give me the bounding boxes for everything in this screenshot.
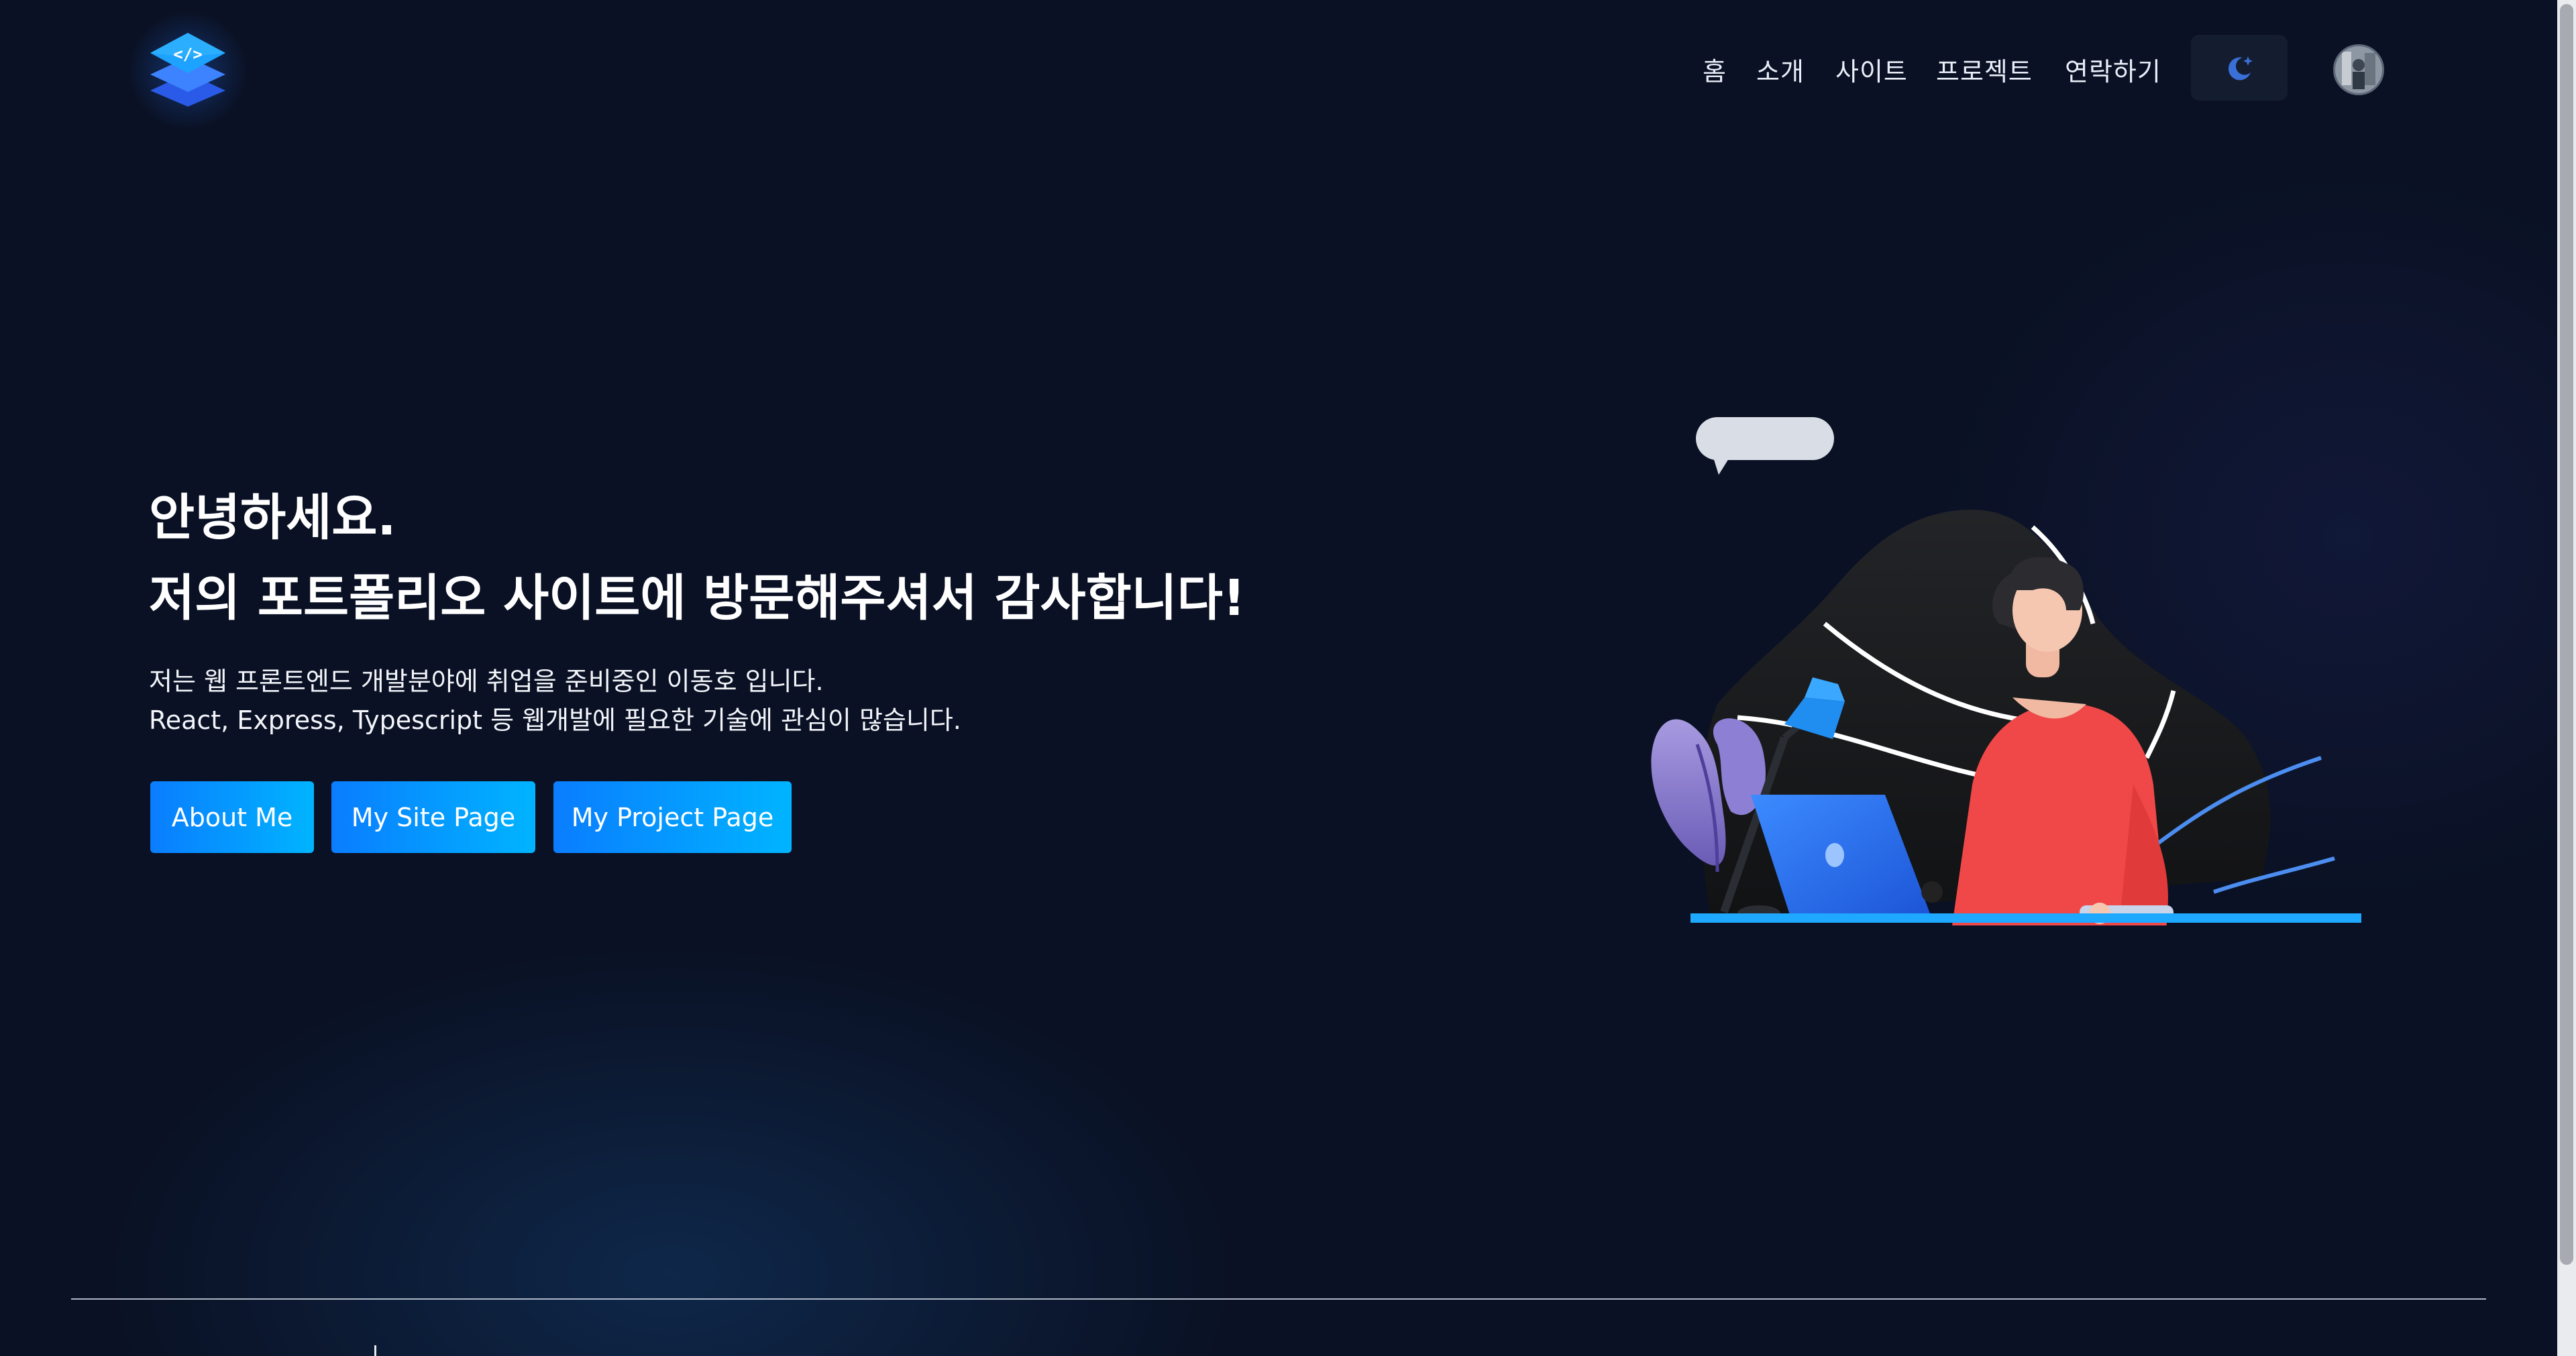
developer-at-laptop-illustration [1651, 417, 2361, 925]
hero-description-line2: React, Express, Typescript 등 웹개발에 필요한 기술… [149, 705, 961, 735]
section-divider [71, 1298, 2486, 1300]
nav-project[interactable]: 프로젝트 [1936, 51, 2033, 88]
about-me-button[interactable]: About Me [150, 781, 314, 853]
my-project-page-button[interactable]: My Project Page [553, 781, 792, 853]
footer-marker [374, 1345, 376, 1356]
my-site-page-button[interactable]: My Site Page [331, 781, 535, 853]
scrollbar-thumb[interactable] [2560, 4, 2573, 1265]
nav-home[interactable]: 홈 [1703, 51, 1727, 88]
nav-site[interactable]: 사이트 [1835, 51, 1908, 88]
page-scrollbar[interactable] [2557, 0, 2576, 1356]
hero-greeting: 안녕하세요. [149, 489, 396, 547]
theme-toggle-button[interactable] [2191, 35, 2288, 101]
desk [1690, 913, 2361, 923]
hero-welcome: 저의 포트폴리오 사이트에 방문해주셔서 감사합니다! [149, 569, 1246, 627]
speech-bubble [1696, 417, 1834, 475]
avatar-photo-icon [2335, 46, 2382, 93]
user-avatar[interactable] [2333, 44, 2384, 95]
moon-star-icon [2228, 56, 2253, 80]
hero-description-line1: 저는 웹 프론트엔드 개발분야에 취업을 준비중인 이동호 입니다. [149, 667, 824, 696]
main-nav: 홈 소개 사이트 프로젝트 연락하기 [0, 36, 2576, 101]
nav-about[interactable]: 소개 [1756, 51, 1805, 88]
nav-contact[interactable]: 연락하기 [2065, 51, 2161, 88]
